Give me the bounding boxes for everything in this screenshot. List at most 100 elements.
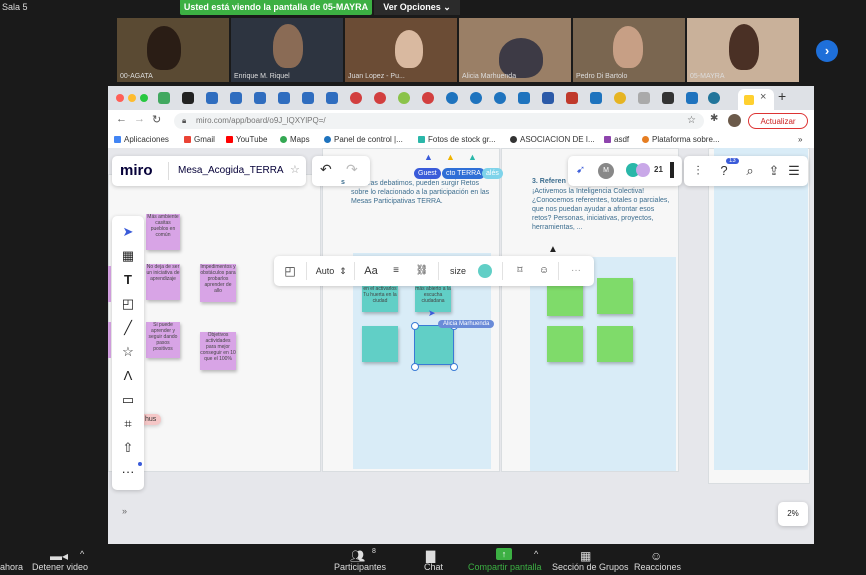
browser-tab[interactable] [278,92,290,104]
share-icon[interactable]: ⇪ [764,161,784,181]
more-bookmarks-button[interactable]: » [798,135,802,144]
browser-tab[interactable] [422,92,434,104]
browser-tab[interactable] [158,92,170,104]
browser-tab[interactable] [350,92,362,104]
reactions-button[interactable]: Reacciones [634,562,681,572]
board-name[interactable]: Mesa_Acogida_TERRA [178,165,284,176]
browser-tab[interactable] [542,92,554,104]
undo-icon[interactable]: ↶ [320,161,332,178]
new-tab-icon[interactable]: + [778,88,786,104]
browser-tab[interactable] [182,92,194,104]
browser-tab[interactable] [398,92,410,104]
participant-tile[interactable]: Alicia Marhuenda [459,18,571,82]
minimize-window-icon[interactable] [128,94,136,102]
bookmark-star-icon[interactable]: ☆ [687,113,696,129]
browser-tab[interactable] [326,92,338,104]
redo-icon[interactable]: ↷ [346,161,358,178]
browser-tab[interactable] [686,92,698,104]
upload-icon[interactable]: ⇧ [118,438,138,458]
color-swatch[interactable] [478,264,492,278]
line-icon[interactable]: ╱ [118,318,138,338]
browser-tab[interactable] [614,92,626,104]
chat-button[interactable]: Chat [424,562,443,572]
browser-tab[interactable] [708,92,720,104]
sticky-note[interactable]: Impedimentos y obstáculos para probarlos… [200,264,236,302]
update-button[interactable]: Actualizar [748,113,808,129]
share-screen-icon[interactable]: ↑ [496,548,512,560]
active-tab[interactable]: × [738,89,774,110]
sticky-note[interactable]: en el activarlos Tu huerta en la ciudad [362,286,398,312]
reactions-cursor-icon[interactable]: ➹ [576,163,585,176]
view-options-button[interactable]: Ver Opciones ⌄ [374,0,460,15]
settings-sliders-icon[interactable]: ⫶ [688,161,708,181]
stop-video-button[interactable]: Detener video [32,562,88,572]
resize-handle[interactable] [411,322,419,330]
bookmark-asdf[interactable]: asdf [604,135,629,144]
zoom-level[interactable]: 2% [778,502,808,526]
reload-icon[interactable]: ↻ [152,113,161,126]
sticky-note[interactable]: Más ambiente casitas pueblos en común [146,214,180,250]
browser-tab[interactable] [566,92,578,104]
participant-tile[interactable]: Pedro Di Bartolo [573,18,685,82]
templates-icon[interactable]: ▦ [118,246,138,266]
bookmark-fotos[interactable]: Fotos de stock gr... [418,135,496,144]
comment-icon[interactable]: ▭ [118,390,138,410]
browser-tab[interactable] [230,92,242,104]
miro-canvas[interactable]: Mientras debatimos, pueden surgir Retos … [108,148,814,544]
size-label[interactable]: size [446,256,470,286]
browser-tab[interactable] [374,92,386,104]
auto-size-label[interactable]: Auto [312,256,338,286]
browser-tab[interactable] [662,92,674,104]
bookmark-apps[interactable]: Aplicaciones [114,135,169,144]
stepper-arrows-icon[interactable]: ⇕ [338,256,348,286]
align-icon[interactable]: ≡ [386,256,406,286]
browser-tab[interactable] [470,92,482,104]
resize-handle[interactable] [450,363,458,371]
chat-icon[interactable]: ▇ [426,549,435,563]
more-options-button[interactable]: ··· [566,256,586,286]
notes-icon[interactable]: ☰ [784,161,804,181]
browser-tab[interactable] [254,92,266,104]
chevron-up-icon[interactable]: ^ [80,549,84,559]
frame-icon[interactable]: ⌗ [118,414,138,434]
more-tools-icon[interactable]: ··· [118,462,138,482]
pen-icon[interactable]: Ʌ [118,366,138,386]
browser-tab[interactable] [638,92,650,104]
chevron-up-icon[interactable]: ^ [534,549,538,559]
help-icon[interactable]: ? [714,161,734,181]
back-icon[interactable]: ← [116,113,127,125]
participant-tile[interactable]: Juan Lopez - Pu... [345,18,457,82]
reactions-icon[interactable]: ☺ [650,549,662,563]
sticky-note[interactable] [597,326,633,362]
sticky-note[interactable]: No deja de ser un iniciativa de aprendiz… [146,264,180,300]
browser-tab[interactable] [302,92,314,104]
participants-button[interactable]: Participantes [334,562,386,572]
sticky-shape-icon[interactable]: ◰ [280,256,300,286]
bookmark-youtube[interactable]: YouTube [226,135,267,144]
sticky-note[interactable] [547,326,583,362]
expand-panel-icon[interactable]: » [122,506,127,516]
profile-avatar[interactable] [728,114,741,127]
browser-tab[interactable] [518,92,530,104]
browser-tab[interactable] [206,92,218,104]
bookmark-maps[interactable]: Maps [280,135,310,144]
resize-handle[interactable] [411,363,419,371]
bookmark-asociacion[interactable]: ASOCIACION DE I... [510,135,595,144]
extensions-icon[interactable]: ✱ [710,113,718,124]
font-button[interactable]: Aa [360,256,382,286]
selected-sticky-note[interactable] [414,325,454,365]
link-icon[interactable]: ⛓ [412,256,432,286]
participant-tile[interactable]: Enrique M. Riquel [231,18,343,82]
video-camera-icon[interactable]: ▬◂ [50,549,68,563]
avatar[interactable] [636,163,650,177]
participant-tile[interactable]: 00-AGATA [117,18,229,82]
collaborators-count[interactable]: 21 [654,165,663,174]
avatar[interactable]: M [598,163,614,179]
emoji-icon[interactable]: ☺ [534,256,554,286]
maximize-window-icon[interactable] [140,94,148,102]
sticky-note[interactable]: Si puede aprender y seguir dando pasos p… [146,322,180,358]
sticky-note-icon[interactable]: ◰ [118,294,138,314]
bookmark-panel[interactable]: Panel de control |... [324,135,403,144]
select-pointer-icon[interactable]: ➤ [118,222,138,242]
sticky-note[interactable]: Objetivos actividades para mejor consegu… [200,332,236,370]
